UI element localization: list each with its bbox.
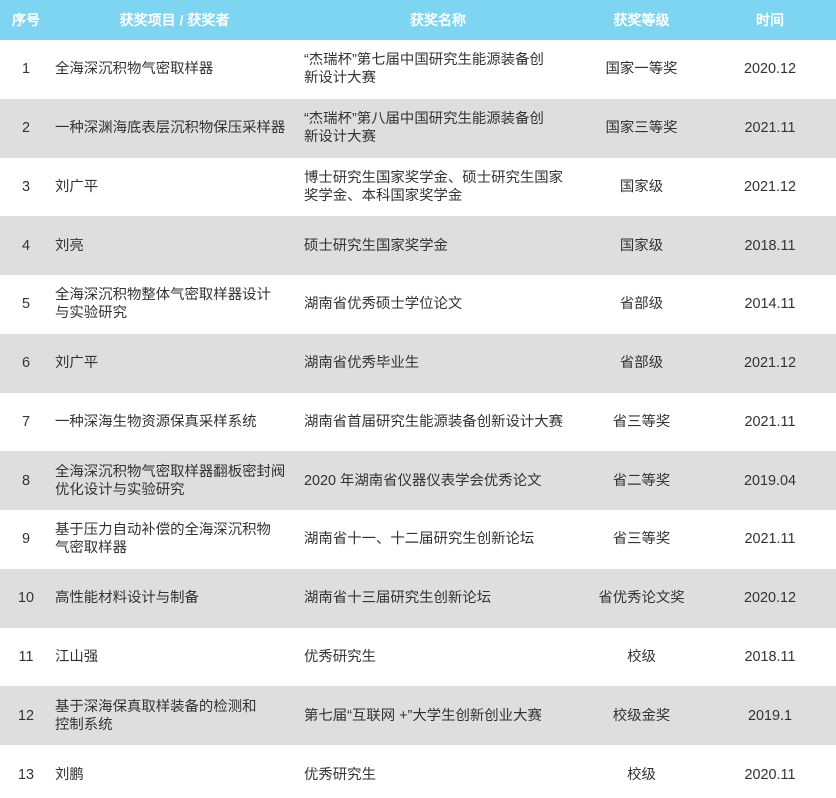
award-date: 2020.11: [744, 766, 796, 783]
table-row: 4 刘亮 硕士研究生国家奖学金 国家级 2018.11: [0, 216, 836, 275]
row-number: 11: [18, 648, 34, 665]
row-number: 3: [21, 178, 30, 195]
header-award-name: 获奖名称: [410, 12, 466, 28]
project-or-winner: 基于深海保真取样装备的检测和 控制系统: [55, 698, 257, 733]
award-level: 省部级: [619, 296, 664, 313]
award-name: 湖南省优秀硕士学位论文: [304, 296, 463, 313]
award-level: 省三等奖: [612, 531, 671, 548]
award-level: 省部级: [619, 355, 664, 372]
awards-table: 序号 获奖项目 / 获奖者 获奖名称 获奖等级 时间 1 全海深沉积物气密取样器…: [0, 0, 836, 798]
award-level: 国家三等奖: [605, 120, 678, 137]
award-level: 校级金奖: [612, 707, 671, 724]
award-name: 硕士研究生国家奖学金: [304, 237, 448, 254]
table-row: 9 基于压力自动补偿的全海深沉积物 气密取样器 湖南省十一、十二届研究生创新论坛…: [0, 510, 836, 569]
project-or-winner: 一种深渊海底表层沉积物保压采样器: [55, 120, 286, 137]
award-date: 2021.12: [743, 355, 797, 372]
row-number: 1: [21, 61, 30, 78]
row-number: 8: [21, 472, 30, 489]
award-name: 优秀研究生: [304, 766, 376, 783]
award-name: 博士研究生国家奖学金、硕士研究生国家 奖学金、本科国家奖学金: [304, 169, 564, 204]
table-row: 13 刘鹏 优秀研究生 校级 2020.11: [0, 745, 836, 798]
award-name: 湖南省十三届研究生创新论坛: [304, 590, 492, 607]
row-number: 2: [21, 120, 30, 137]
award-date: 2019.04: [743, 472, 797, 489]
row-number: 10: [17, 590, 34, 607]
award-level: 国家级: [619, 237, 664, 254]
table-header: 序号 获奖项目 / 获奖者 获奖名称 获奖等级 时间: [0, 0, 836, 40]
award-level: 省二等奖: [612, 472, 671, 489]
table-row: 11 江山强 优秀研究生 校级 2018.11: [0, 627, 836, 687]
award-date: 2021.12: [743, 178, 797, 195]
award-name: 2020 年湖南省仪器仪表学会优秀论文: [304, 472, 542, 489]
project-or-winner: 全海深沉积物气密取样器: [55, 61, 214, 78]
award-date: 2018.11: [744, 648, 796, 665]
table-row: 2 一种深渊海底表层沉积物保压采样器 “杰瑞杯”第八届中国研究生能源装备创 新设…: [0, 98, 836, 158]
row-number: 13: [17, 766, 34, 783]
project-or-winner: 全海深沉积物气密取样器翻板密封阀 优化设计与实验研究: [55, 463, 286, 498]
award-date: 2021.11: [744, 531, 796, 548]
header-award-level: 获奖等级: [613, 12, 670, 28]
table-row: 8 全海深沉积物气密取样器翻板密封阀 优化设计与实验研究 2020 年湖南省仪器…: [0, 451, 836, 510]
award-level: 校级: [627, 648, 656, 665]
header-time: 时间: [756, 12, 784, 28]
award-level: 校级: [627, 766, 656, 783]
award-date: 2021.11: [744, 120, 796, 137]
award-name: “杰瑞杯”第七届中国研究生能源装备创 新设计大赛: [304, 52, 544, 87]
row-number: 7: [21, 413, 30, 430]
award-date: 2018.11: [744, 237, 796, 254]
award-date: 2020.12: [743, 590, 797, 607]
row-number: 4: [21, 237, 30, 254]
award-level: 国家一等奖: [605, 61, 678, 78]
award-level: 省优秀论文奖: [598, 590, 685, 607]
project-or-winner: 全海深沉积物整体气密取样器设计 与实验研究: [55, 287, 271, 322]
award-name: 优秀研究生: [304, 648, 376, 665]
project-or-winner: 刘鹏: [55, 766, 84, 783]
award-name: 湖南省十一、十二届研究生创新论坛: [304, 531, 535, 548]
project-or-winner: 刘亮: [55, 237, 84, 254]
award-date: 2014.11: [744, 296, 796, 313]
table-row: 5 全海深沉积物整体气密取样器设计 与实验研究 湖南省优秀硕士学位论文 省部级 …: [0, 275, 836, 334]
project-or-winner: 一种深海生物资源保真采样系统: [55, 413, 257, 430]
award-name: “杰瑞杯”第八届中国研究生能源装备创 新设计大赛: [304, 111, 544, 146]
project-or-winner: 刘广平: [55, 355, 99, 372]
row-number: 6: [21, 355, 30, 372]
award-date: 2020.12: [743, 61, 797, 78]
project-or-winner: 基于压力自动补偿的全海深沉积物 气密取样器: [55, 522, 271, 557]
award-name: 湖南省优秀毕业生: [304, 355, 420, 372]
project-or-winner: 刘广平: [55, 178, 99, 195]
row-number: 12: [17, 707, 34, 724]
row-number: 9: [21, 531, 30, 548]
award-name: 第七届“互联网 +”大学生创新创业大赛: [304, 707, 542, 724]
table-row: 12 基于深海保真取样装备的检测和 控制系统 第七届“互联网 +”大学生创新创业…: [0, 686, 836, 745]
header-project: 获奖项目 / 获奖者: [119, 12, 230, 28]
project-or-winner: 江山强: [55, 648, 99, 665]
table-row: 10 高性能材料设计与制备 湖南省十三届研究生创新论坛 省优秀论文奖 2020.…: [0, 568, 836, 628]
table-row: 6 刘广平 湖南省优秀毕业生 省部级 2021.12: [0, 333, 836, 393]
award-level: 省三等奖: [612, 413, 671, 430]
row-number: 5: [21, 296, 30, 313]
project-or-winner: 高性能材料设计与制备: [55, 590, 199, 607]
header-no: 序号: [12, 12, 40, 28]
award-name: 湖南省首届研究生能源装备创新设计大赛: [304, 413, 564, 430]
table-row: 7 一种深海生物资源保真采样系统 湖南省首届研究生能源装备创新设计大赛 省三等奖…: [0, 392, 836, 452]
table-row: 3 刘广平 博士研究生国家奖学金、硕士研究生国家 奖学金、本科国家奖学金 国家级…: [0, 157, 836, 217]
table-row: 1 全海深沉积物气密取样器 “杰瑞杯”第七届中国研究生能源装备创 新设计大赛 国…: [0, 40, 836, 99]
award-level: 国家级: [619, 178, 664, 195]
award-date: 2019.1: [747, 707, 792, 724]
award-date: 2021.11: [744, 413, 796, 430]
